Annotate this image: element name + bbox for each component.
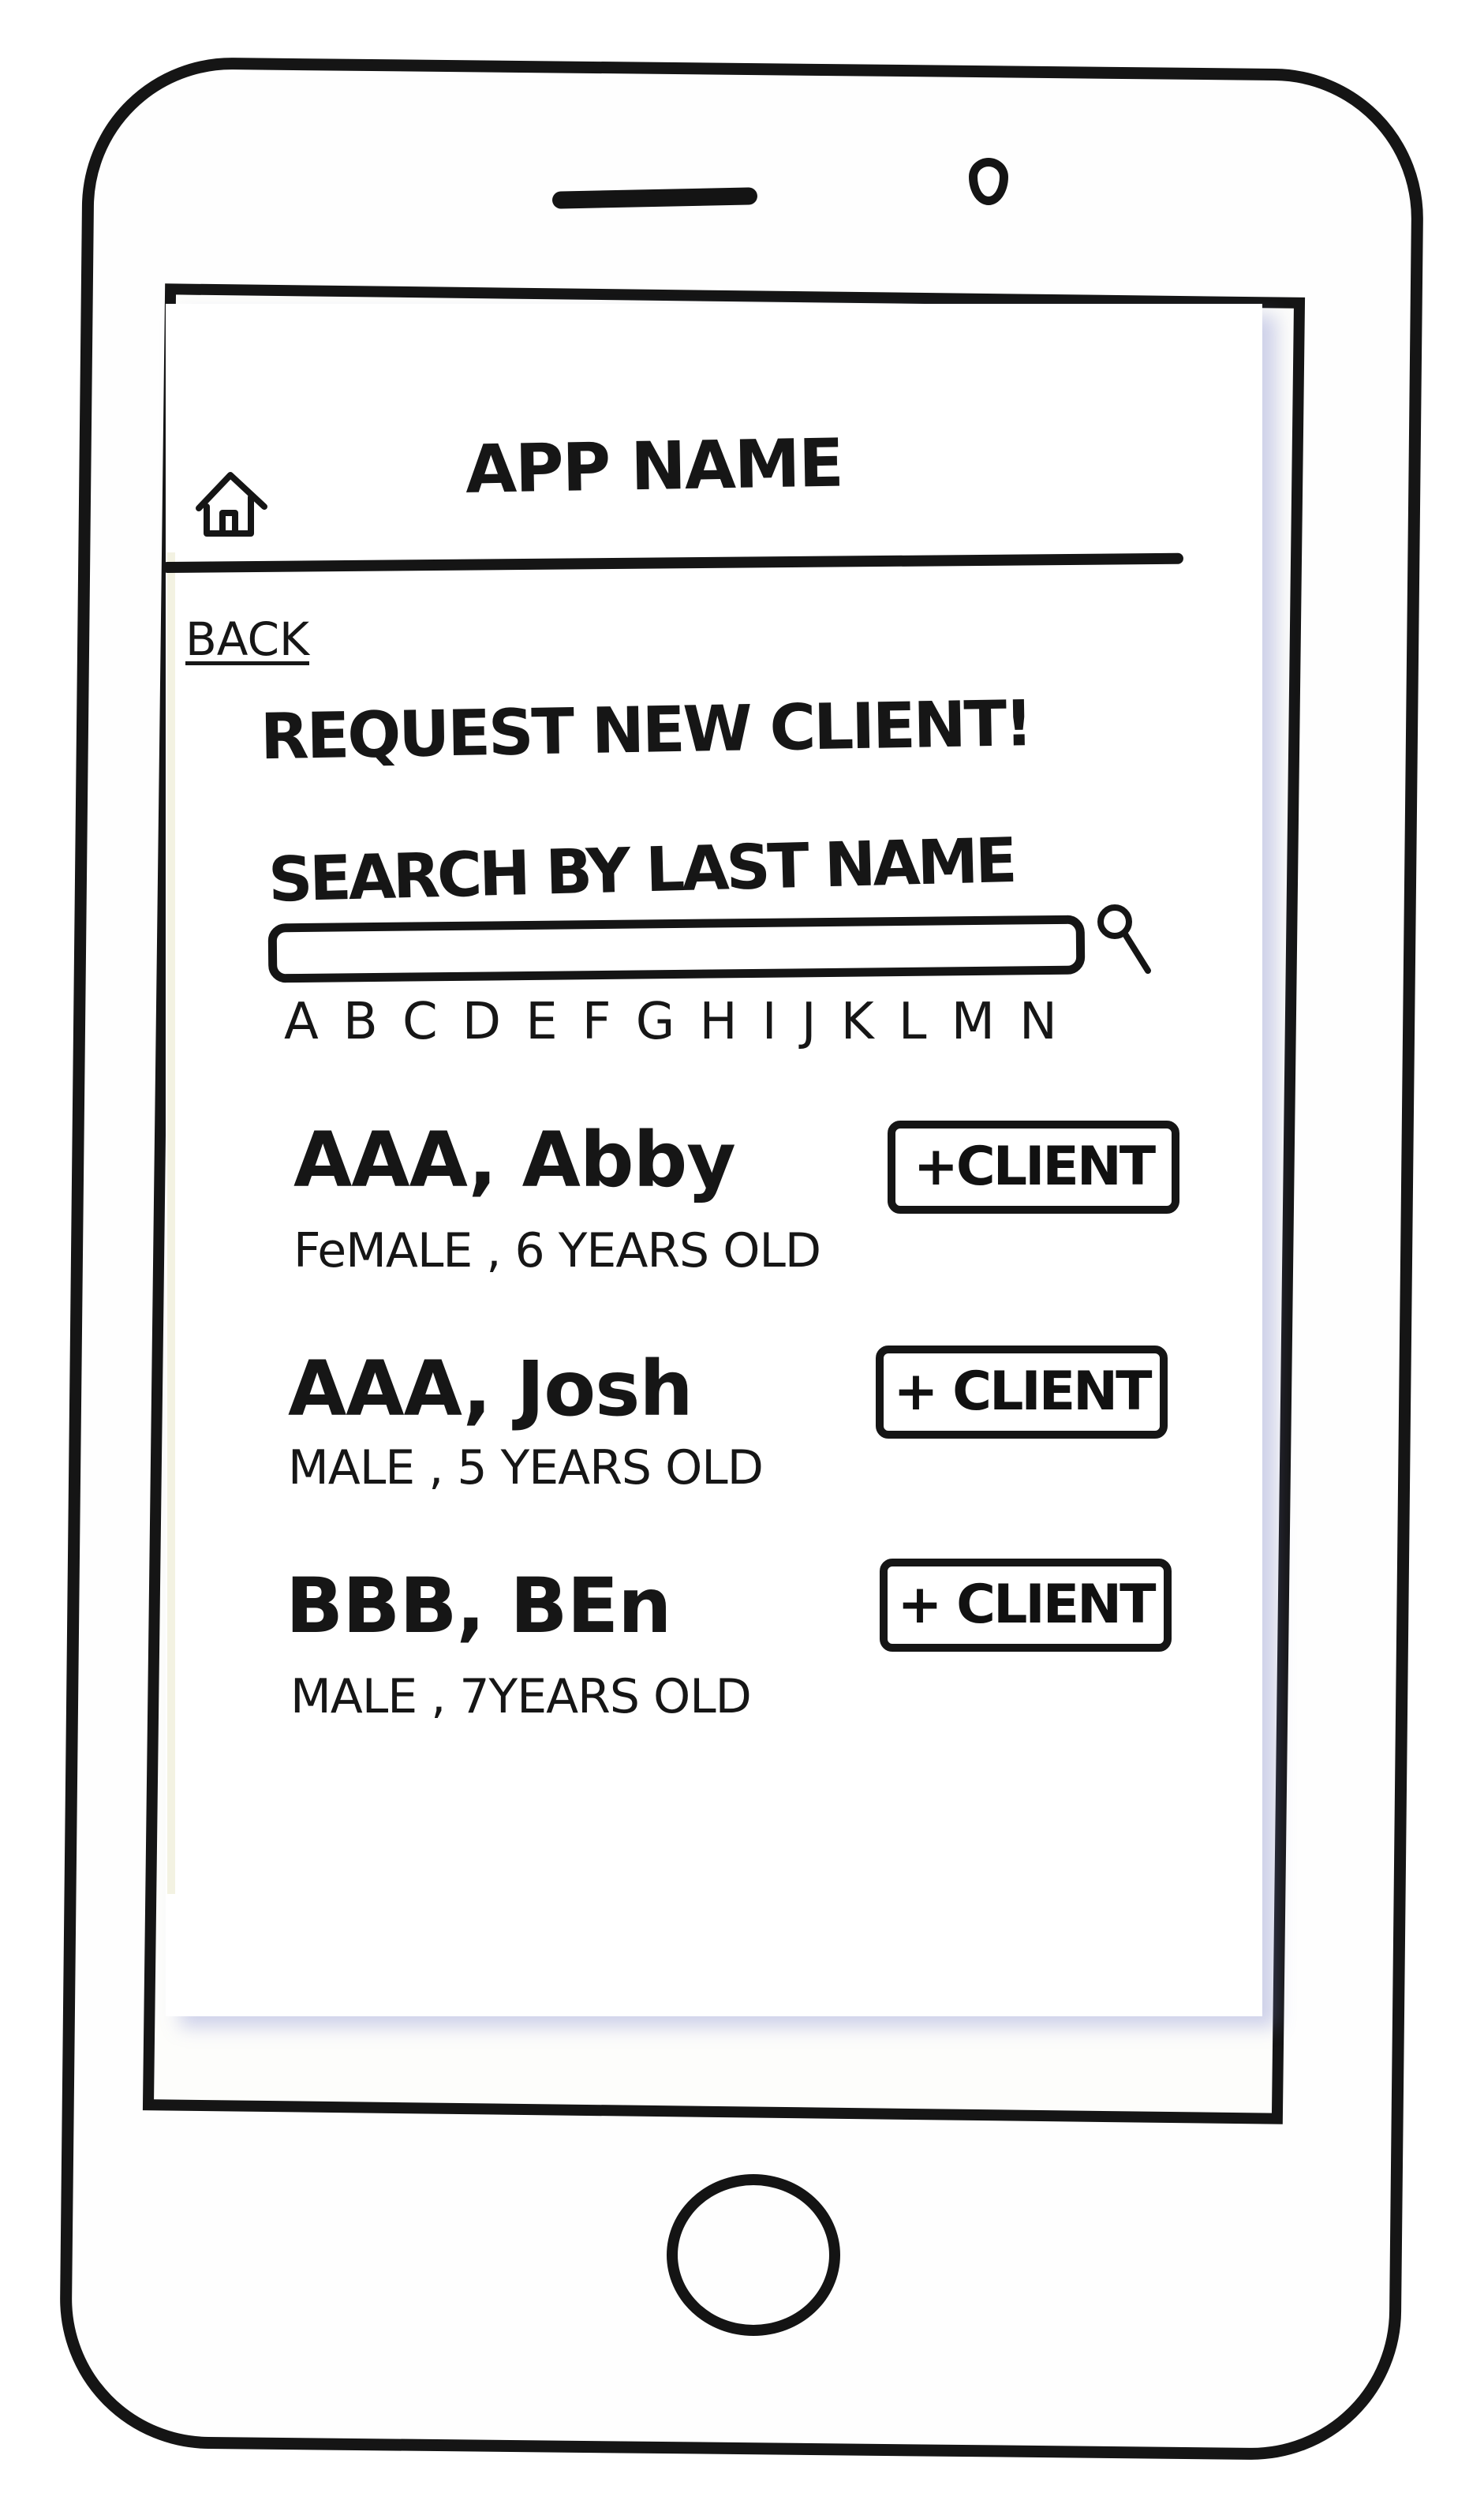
back-link[interactable]: BACK [185, 612, 309, 667]
client-name: AAA, Abby [293, 1116, 736, 1204]
client-name: BBB, BEn [286, 1562, 671, 1650]
page-title: REQUEST NEW CLIENT! [260, 687, 1032, 774]
search-input[interactable] [267, 915, 1086, 983]
client-detail: MALE , 5 YEARS OLD [288, 1440, 764, 1495]
letter-l[interactable]: L [899, 990, 927, 1054]
letter-b[interactable]: B [343, 990, 378, 1054]
letter-k[interactable]: K [841, 990, 874, 1054]
home-icon[interactable] [189, 467, 272, 542]
letter-c[interactable]: C [402, 990, 438, 1054]
letter-m[interactable]: M [951, 990, 995, 1054]
alphabet-index: A B C D E F G H I J K L M N [284, 990, 1057, 1054]
letter-h[interactable]: H [699, 990, 737, 1054]
letter-e[interactable]: E [525, 990, 557, 1054]
add-client-button[interactable]: + CLIENT [876, 1346, 1168, 1439]
letter-a[interactable]: A [284, 990, 319, 1054]
letter-n[interactable]: N [1019, 990, 1057, 1054]
screen-edge [167, 552, 175, 1894]
letter-j[interactable]: J [802, 990, 817, 1054]
home-hardware-button[interactable] [667, 2174, 840, 2336]
app-title: APP NAME [465, 424, 843, 508]
client-detail: MALE , 7YEARS OLD [290, 1669, 752, 1724]
client-name: AAA, Josh [288, 1345, 693, 1433]
letter-d[interactable]: D [462, 990, 501, 1054]
search-icon[interactable] [1093, 900, 1156, 979]
add-client-button[interactable]: +CLIENT [888, 1121, 1179, 1214]
add-client-button[interactable]: + CLIENT [880, 1559, 1172, 1652]
letter-f[interactable]: F [582, 990, 611, 1054]
letter-g[interactable]: G [636, 990, 675, 1054]
letter-i[interactable]: I [762, 990, 777, 1054]
client-detail: FeMALE , 6 YEARS OLD [293, 1223, 821, 1278]
